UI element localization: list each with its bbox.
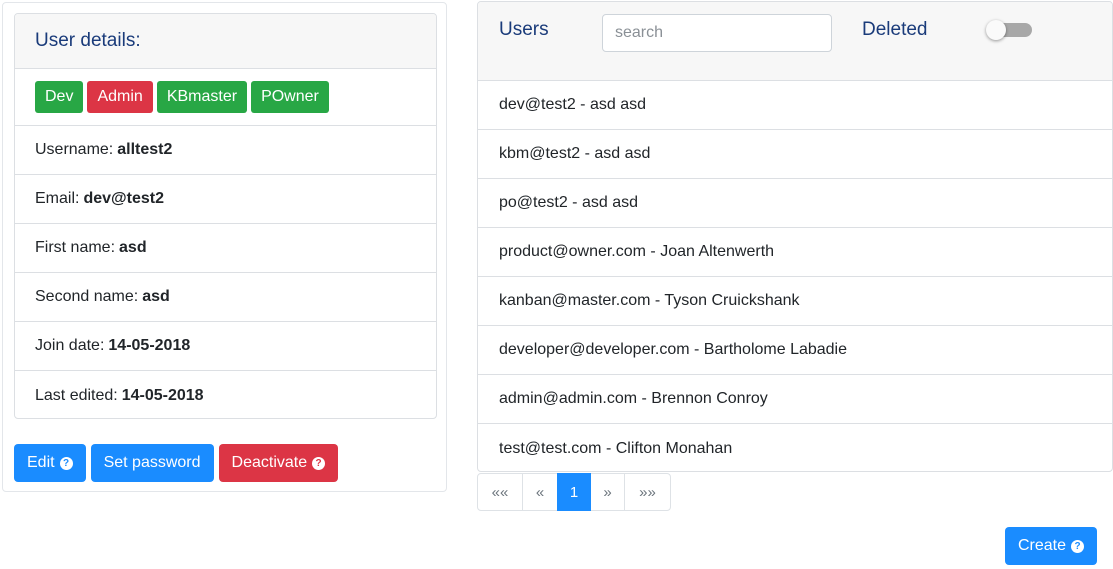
page-first-button[interactable]: «« [477, 473, 523, 511]
user-details-title: User details: [15, 14, 436, 69]
role-badge-kbmaster: KBmaster [156, 81, 248, 113]
set-password-button[interactable]: Set password [90, 444, 214, 482]
user-actions: Edit ? Set password Deactivate ? [14, 444, 339, 482]
user-details-card: User details: Dev Admin KBmaster POwner … [14, 13, 437, 419]
create-button[interactable]: Create ? [1005, 527, 1098, 565]
detail-value: 14-05-2018 [108, 337, 191, 354]
user-list-item[interactable]: po@test2 - asd asd [478, 179, 1112, 228]
users-title: Users [499, 19, 549, 40]
question-circle-icon: ? [59, 456, 73, 470]
detail-join-date: Join date: 14-05-2018 [15, 322, 436, 371]
users-header: Users Deleted [478, 2, 1112, 81]
deleted-label: Deleted [862, 19, 928, 40]
detail-username: Username: alltest2 [15, 126, 436, 175]
toggle-knob [986, 20, 1006, 40]
page-prev-button[interactable]: « [522, 473, 558, 511]
create-button-label: Create [1018, 537, 1067, 554]
user-list-item[interactable]: kbm@test2 - asd asd [478, 130, 1112, 179]
page-last-button[interactable]: »» [624, 473, 671, 511]
user-list-item[interactable]: kanban@master.com - Tyson Cruickshank [478, 277, 1112, 326]
user-details-panel: User details: Dev Admin KBmaster POwner … [2, 2, 447, 492]
role-badge-dev: Dev [35, 81, 84, 113]
detail-label: First name: [35, 239, 116, 256]
question-circle-icon: ? [312, 456, 326, 470]
detail-value: dev@test2 [83, 190, 164, 207]
set-password-button-label: Set password [103, 454, 201, 471]
users-card: Users Deleted dev@test2 - asd asd kbm@te… [477, 1, 1113, 472]
page-current-button[interactable]: 1 [557, 473, 591, 511]
question-circle-icon: ? [1071, 539, 1085, 553]
page-next-button[interactable]: » [590, 473, 625, 511]
detail-value: asd [119, 239, 147, 256]
edit-button-label: Edit [27, 454, 55, 471]
pagination: «« « 1 » »» [477, 473, 671, 511]
edit-button[interactable]: Edit ? [14, 444, 86, 482]
detail-last-edited: Last edited: 14-05-2018 [15, 371, 436, 418]
detail-value: alltest2 [117, 141, 173, 158]
deleted-toggle[interactable] [986, 20, 1032, 40]
detail-label: Join date: [35, 337, 105, 354]
user-list-item[interactable]: dev@test2 - asd asd [478, 81, 1112, 130]
detail-second-name: Second name: asd [15, 273, 436, 322]
role-badges: Dev Admin KBmaster POwner [15, 69, 436, 126]
detail-label: Last edited: [35, 386, 118, 404]
user-list-item[interactable]: product@owner.com - Joan Altenwerth [478, 228, 1112, 277]
deactivate-button-label: Deactivate [231, 454, 308, 471]
role-badge-admin: Admin [87, 81, 153, 113]
user-list-item[interactable]: developer@developer.com - Bartholome Lab… [478, 326, 1112, 375]
role-badge-powner: POwner [251, 81, 329, 113]
search-input[interactable] [602, 14, 832, 52]
detail-label: Second name: [35, 288, 139, 305]
detail-first-name: First name: asd [15, 224, 436, 273]
detail-email: Email: dev@test2 [15, 175, 436, 224]
detail-label: Username: [35, 141, 114, 158]
detail-value: 14-05-2018 [121, 386, 204, 404]
user-list-item[interactable]: admin@admin.com - Brennon Conroy [478, 375, 1112, 424]
detail-value: asd [142, 288, 170, 305]
detail-label: Email: [35, 190, 80, 207]
user-list-item[interactable]: test@test.com - Clifton Monahan [478, 424, 1112, 471]
deactivate-button[interactable]: Deactivate ? [218, 444, 339, 482]
